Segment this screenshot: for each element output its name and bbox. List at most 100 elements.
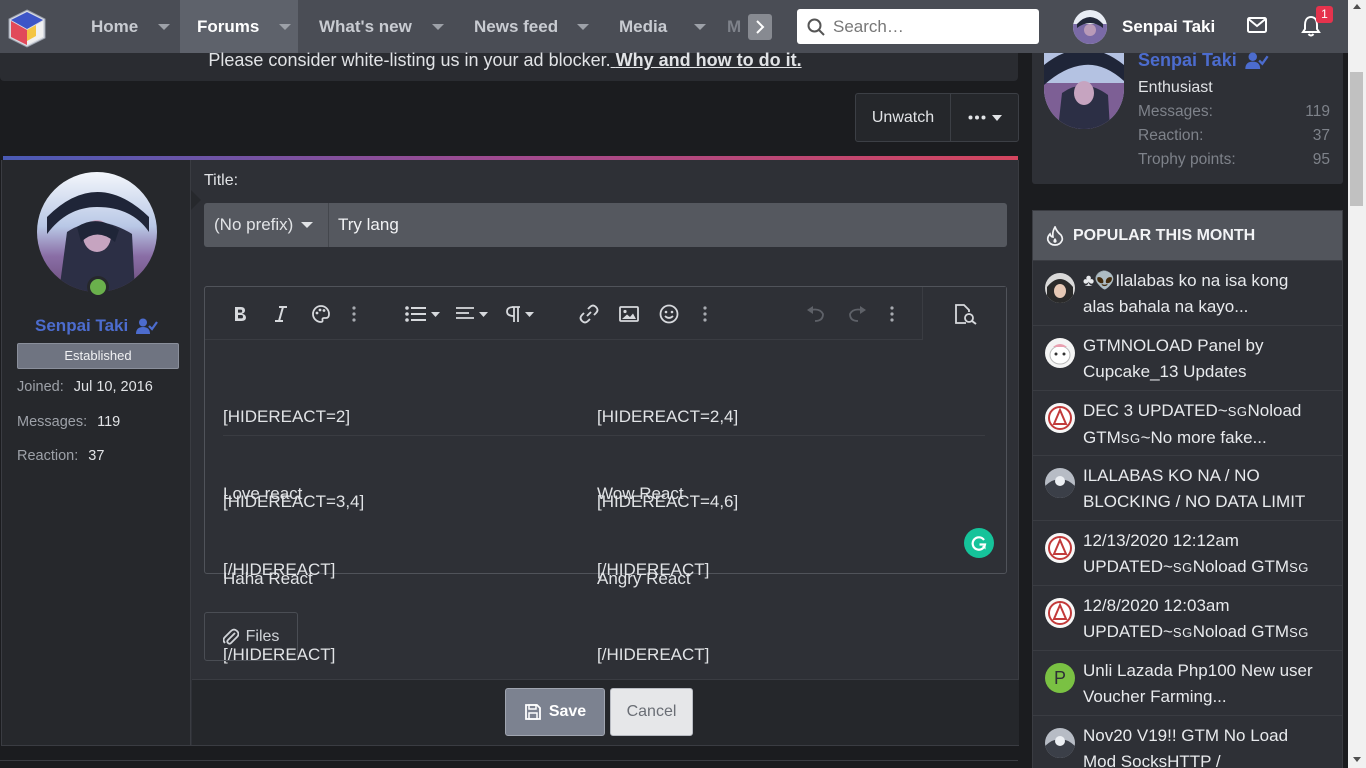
thread-title[interactable]: ♣👽Ilalabas ko na isa kong alas bahala na … — [1083, 268, 1333, 320]
thread-title-line: GTMNOLOAD Panel by — [1083, 336, 1264, 355]
thread-author-avatar[interactable]: P — [1045, 663, 1075, 693]
thread-author-avatar[interactable] — [1045, 468, 1075, 498]
sidebar-user-avatar[interactable] — [1044, 53, 1124, 129]
thread-title-line: alas bahala na kayo... — [1083, 296, 1249, 316]
nav-tab-forums[interactable]: Forums — [180, 0, 298, 53]
more-history-options-button[interactable] — [890, 301, 894, 327]
emoji-button[interactable] — [659, 301, 679, 327]
nav-tab-whats-new[interactable]: What's new — [305, 0, 455, 53]
content-line: Haha React — [223, 568, 313, 588]
notice-link[interactable]: Why and how to do it. — [616, 50, 802, 70]
thread-title[interactable]: DEC 3 UPDATED~SGNoload GTMSG~No more fak… — [1083, 398, 1333, 450]
thread-author-avatar[interactable] — [1045, 598, 1075, 628]
thread-title[interactable]: 12/8/2020 12:03am UPDATED~SGNoload GTMSG — [1083, 593, 1333, 645]
post-user-avatar[interactable] — [37, 172, 157, 292]
sidebar-stat-reaction-value: 37 — [1312, 127, 1330, 144]
undo-button[interactable] — [806, 301, 826, 327]
thread-title-line: Mod SocksHTTP / — [1083, 751, 1221, 768]
sidebar-stat-reaction: Reaction: 37 — [1138, 127, 1330, 145]
grammarly-icon[interactable] — [964, 528, 994, 558]
nav-user-avatar[interactable] — [1073, 10, 1107, 44]
unwatch-button[interactable]: Unwatch — [856, 94, 951, 141]
thread-title[interactable]: GTMNOLOAD Panel by Cupcake_13 Updates — [1083, 333, 1333, 385]
popular-thread-item[interactable]: GTMNOLOAD Panel by Cupcake_13 Updates — [1033, 325, 1342, 390]
search-input[interactable] — [833, 16, 1023, 37]
link-button[interactable] — [579, 301, 599, 327]
nav-tab-home[interactable]: Home — [77, 0, 179, 53]
scroll-up-icon[interactable] — [1353, 4, 1361, 9]
user-title-badge: Established — [17, 343, 179, 369]
thread-title-line: UPDATED~SGNoload GTMSG — [1083, 619, 1333, 646]
thread-title[interactable]: Unli Lazada Php100 New user Voucher Farmi… — [1083, 658, 1333, 710]
popular-thread-item[interactable]: ♣👽Ilalabas ko na isa kong alas bahala na … — [1033, 260, 1342, 325]
thread-author-avatar[interactable] — [1045, 338, 1075, 368]
thread-title[interactable]: 12/13/2020 12:12am UPDATED~SGNoload GTMS… — [1083, 528, 1333, 580]
align-button[interactable] — [455, 301, 488, 327]
thread-title-line: 12/8/2020 12:03am — [1083, 596, 1230, 615]
thread-author-avatar[interactable] — [1045, 273, 1075, 303]
nav-scroll-right-button[interactable] — [748, 14, 772, 40]
thread-author-avatar[interactable] — [1045, 728, 1075, 758]
cancel-button[interactable]: Cancel — [610, 688, 693, 736]
save-button[interactable]: Save — [505, 688, 605, 736]
italic-icon — [274, 305, 288, 323]
thread-author-avatar[interactable] — [1045, 403, 1075, 433]
more-options-button[interactable] — [951, 94, 1018, 141]
thread-title-line: UPDATED~SGNoload GTMSG — [1083, 554, 1333, 581]
prefix-select[interactable]: (No prefix) — [204, 203, 329, 247]
title-input[interactable] — [329, 203, 1007, 247]
popular-thread-item[interactable]: ILALABAS KO NA / NO BLOCKING / NO DATA LI… — [1033, 455, 1342, 520]
text-color-button[interactable] — [311, 301, 331, 327]
scrollbar-thumb[interactable] — [1350, 72, 1363, 206]
chevron-down-icon[interactable] — [685, 0, 715, 53]
popular-thread-item[interactable]: 12/8/2020 12:03am UPDATED~SGNoload GTMSG — [1033, 585, 1342, 650]
user-verified-icon — [135, 318, 158, 334]
italic-button[interactable] — [274, 301, 288, 327]
stat-messages-value: 119 — [97, 414, 121, 430]
more-insert-options-button[interactable] — [703, 301, 707, 327]
thread-title[interactable]: Nov20 V19!! GTM No Load Mod SocksHTTP / — [1083, 723, 1333, 768]
nav-username[interactable]: Senpai Taki — [1122, 17, 1215, 37]
popular-thread-item[interactable]: Nov20 V19!! GTM No Load Mod SocksHTTP / — [1033, 715, 1342, 768]
chevron-down-icon[interactable] — [423, 0, 453, 53]
site-logo[interactable] — [6, 8, 48, 48]
scroll-down-icon[interactable] — [1353, 757, 1361, 762]
nav-tab-home-label: Home — [91, 16, 139, 36]
list-button[interactable] — [405, 301, 440, 327]
nav-tab-more[interactable]: M — [713, 0, 753, 53]
paragraph-button[interactable] — [505, 301, 534, 327]
popular-thread-item[interactable]: 12/13/2020 12:12am UPDATED~SGNoload GTMS… — [1033, 520, 1342, 585]
redo-button[interactable] — [847, 301, 867, 327]
thread-title-text: Noload — [1247, 401, 1302, 420]
attach-files-button[interactable]: Files — [204, 612, 298, 661]
thread-title-text: UPDATED~ — [1083, 556, 1173, 576]
preview-button[interactable] — [922, 287, 1006, 340]
post-username[interactable]: Senpai Taki — [2, 316, 191, 336]
search-box[interactable] — [797, 9, 1039, 44]
chevron-down-icon[interactable] — [568, 0, 598, 53]
paperclip-icon — [222, 627, 239, 647]
sidebar-username[interactable]: Senpai Taki — [1138, 50, 1269, 71]
chevron-down-icon[interactable] — [149, 0, 179, 53]
thread-author-avatar[interactable] — [1045, 533, 1075, 563]
thread-title-text: ~No more fake... — [1140, 427, 1267, 447]
thread-title[interactable]: ILALABAS KO NA / NO BLOCKING / NO DATA LI… — [1083, 463, 1333, 515]
mail-icon[interactable] — [1247, 17, 1267, 33]
popular-thread-item[interactable]: P Unli Lazada Php100 New user Voucher Far… — [1033, 650, 1342, 715]
stat-reaction-value: 37 — [88, 448, 105, 464]
vertical-ellipsis-icon — [352, 306, 356, 322]
bold-button[interactable] — [232, 301, 248, 327]
page-scrollbar[interactable] — [1348, 0, 1366, 768]
thread-title-line: GTMSG~No more fake... — [1083, 425, 1333, 451]
nav-tab-media[interactable]: Media — [605, 0, 715, 53]
chevron-down-icon[interactable] — [270, 0, 300, 53]
sidebar-stat-messages: Messages: 119 — [1138, 103, 1330, 121]
popular-thread-item[interactable]: DEC 3 UPDATED~SGNoload GTMSG~No more fak… — [1033, 390, 1342, 455]
image-button[interactable] — [619, 301, 639, 327]
thread-title-smallcaps: SG — [1227, 404, 1248, 419]
nav-tab-news-feed[interactable]: News feed — [460, 0, 605, 53]
more-text-options-button[interactable] — [352, 301, 356, 327]
thread-title-smallcaps: SG — [1289, 624, 1309, 640]
thread-title-text: UPDATED~ — [1083, 621, 1173, 641]
online-status-indicator — [87, 276, 109, 298]
